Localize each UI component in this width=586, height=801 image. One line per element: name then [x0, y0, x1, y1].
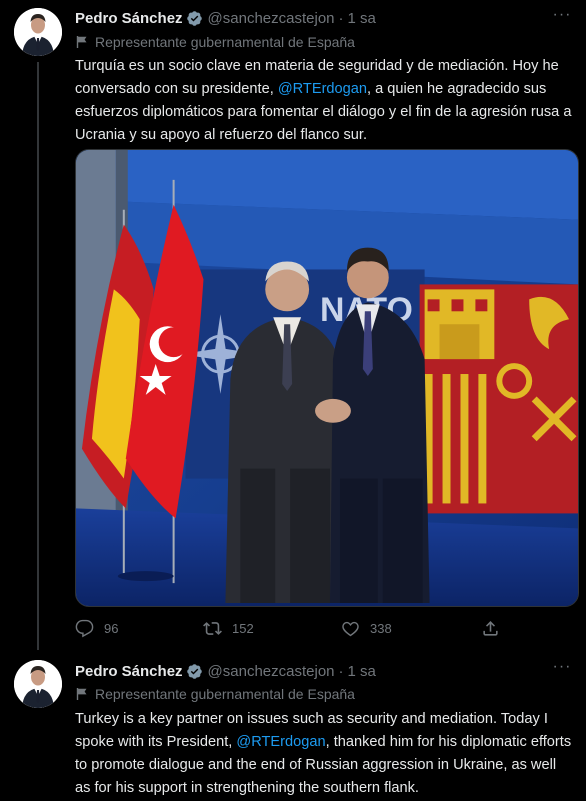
reply-count: 96 — [104, 620, 119, 636]
government-label: Representante gubernamental de España — [75, 685, 355, 703]
tweet-text: Turquía es un socio clave en materia de … — [75, 55, 573, 147]
government-label: Representante gubernamental de España — [75, 33, 355, 51]
like-button[interactable]: 338 — [341, 618, 392, 638]
tweet-photo[interactable]: NATO — [75, 149, 579, 607]
more-icon[interactable]: ··· — [552, 7, 572, 26]
share-button[interactable] — [481, 618, 510, 638]
verified-badge-icon — [186, 663, 203, 680]
timestamp[interactable]: 1 sa — [348, 663, 376, 680]
like-icon — [341, 619, 370, 638]
mention-link[interactable]: @RTErdogan — [278, 81, 367, 97]
author-name[interactable]: Pedro Sánchez — [75, 10, 183, 27]
avatar[interactable] — [14, 660, 62, 708]
tweet-actions: 96 152 338 — [75, 618, 515, 638]
government-flag-icon — [75, 687, 89, 701]
tweet[interactable]: Pedro Sánchez @sanchezcastejon · 1 sa ··… — [0, 0, 586, 650]
retweet-button[interactable]: 152 — [203, 618, 254, 638]
mention-link[interactable]: @RTErdogan — [236, 734, 325, 750]
author-handle[interactable]: @sanchezcastejon — [208, 663, 335, 680]
government-label-text: Representante gubernamental de España — [95, 34, 355, 50]
share-icon — [481, 619, 510, 638]
reply-button[interactable]: 96 — [75, 618, 118, 638]
more-icon[interactable]: ··· — [552, 659, 572, 678]
tweet-header: Pedro Sánchez @sanchezcastejon · 1 sa — [75, 661, 376, 681]
government-label-text: Representante gubernamental de España — [95, 686, 355, 702]
author-handle[interactable]: @sanchezcastejon — [208, 10, 335, 27]
retweet-icon — [203, 619, 232, 638]
tweet[interactable]: Pedro Sánchez @sanchezcastejon · 1 sa ··… — [0, 650, 586, 801]
government-flag-icon — [75, 35, 89, 49]
timestamp[interactable]: 1 sa — [348, 10, 376, 27]
like-count: 338 — [370, 620, 392, 636]
author-name[interactable]: Pedro Sánchez — [75, 663, 183, 680]
tweet-text: Turkey is a key partner on issues such a… — [75, 708, 573, 800]
tweet-header: Pedro Sánchez @sanchezcastejon · 1 sa — [75, 8, 376, 28]
separator-dot: · — [338, 9, 344, 27]
retweet-count: 152 — [232, 620, 254, 636]
separator-dot: · — [338, 662, 344, 680]
avatar[interactable] — [14, 8, 62, 56]
reply-icon — [75, 619, 104, 638]
verified-badge-icon — [186, 10, 203, 27]
